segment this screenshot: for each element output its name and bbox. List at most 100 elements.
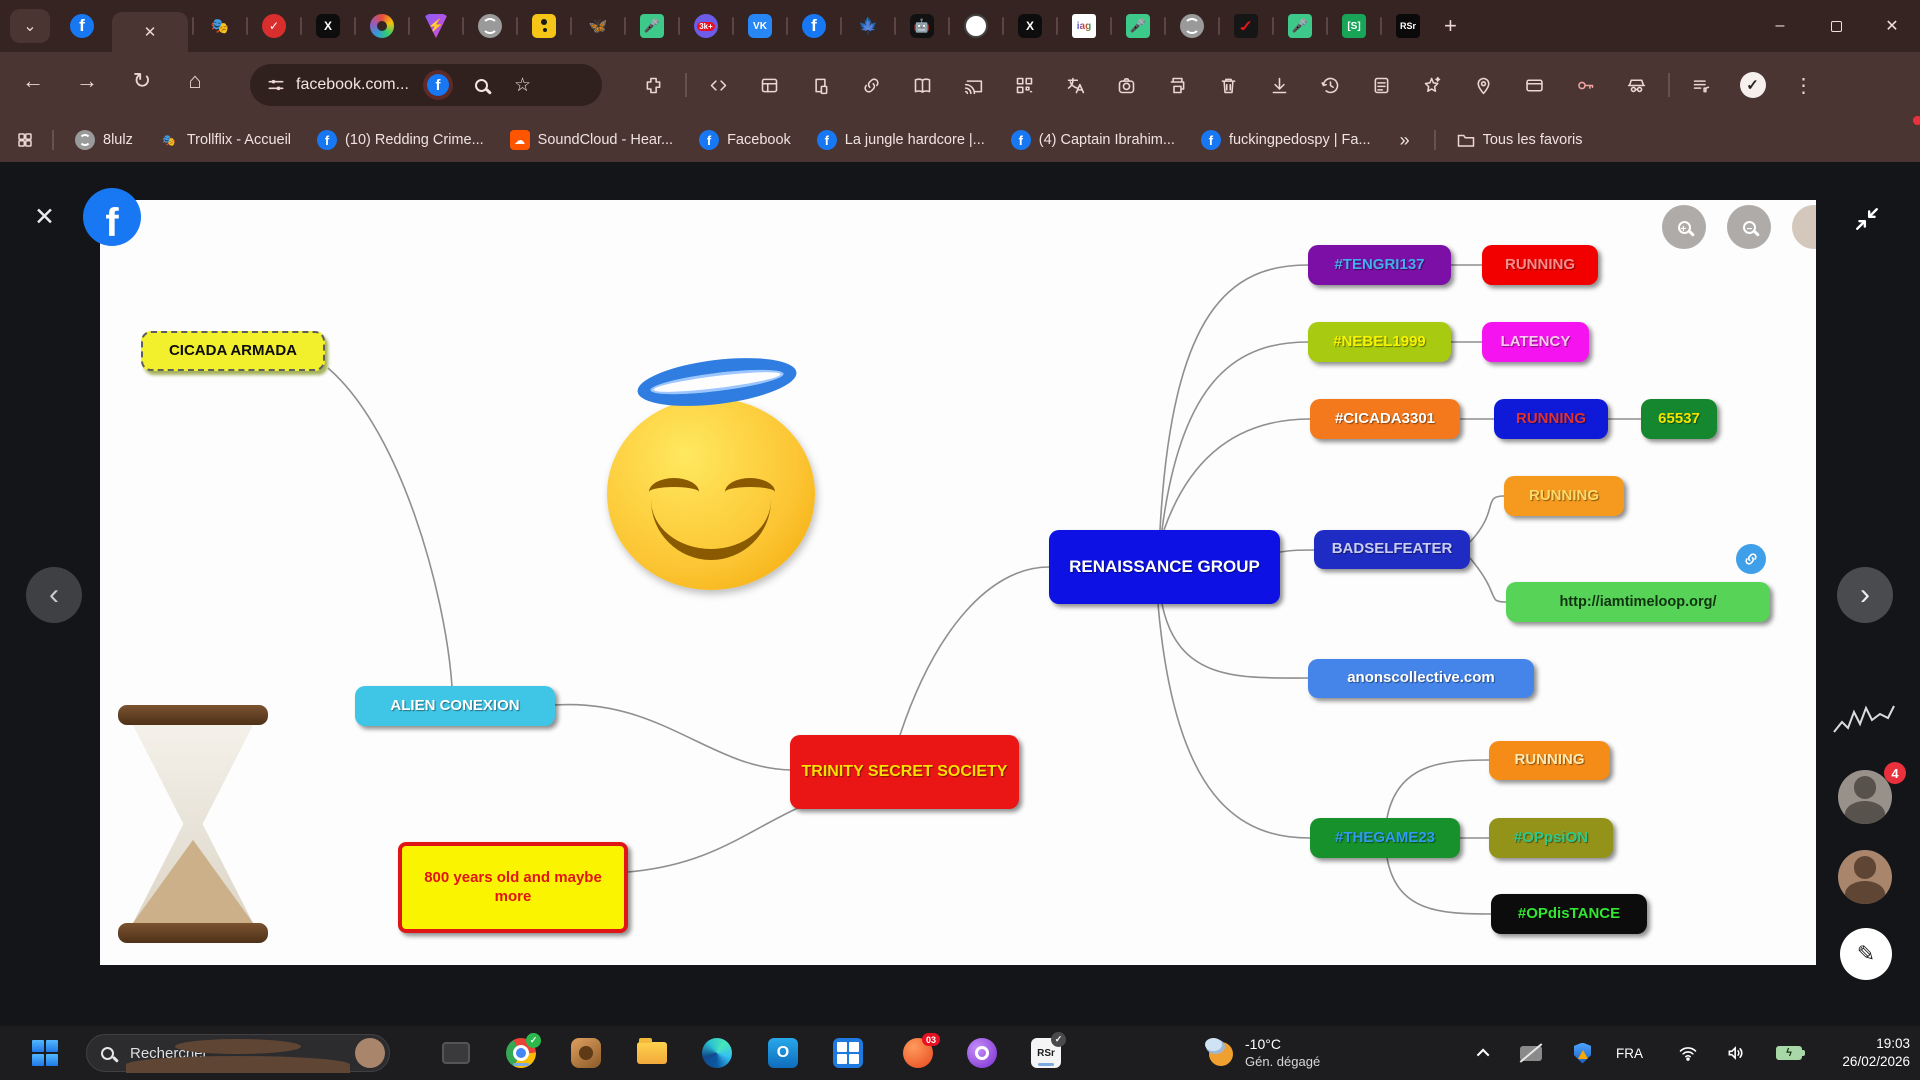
minimize-button[interactable]: – — [1752, 0, 1808, 52]
taskbar-app-purple[interactable] — [966, 1037, 998, 1069]
payment-card-icon[interactable] — [1509, 75, 1560, 96]
lens-camera-icon[interactable] — [1101, 75, 1152, 96]
bookmark-facebook[interactable]: fFacebook — [699, 130, 791, 150]
reload-button[interactable]: ↻ — [125, 68, 159, 94]
bookmark-trollflix[interactable]: 🎭Trollflix - Accueil — [159, 130, 291, 150]
tab-facebook-2[interactable]: f — [802, 14, 826, 38]
viewer-close-button[interactable]: ✕ — [34, 202, 55, 232]
weather-widget[interactable]: -10°C Gén. dégagé — [1205, 1026, 1320, 1080]
tab-search-button[interactable]: ⌄ — [10, 9, 50, 43]
history-icon[interactable] — [1305, 75, 1356, 96]
back-button[interactable]: ← — [16, 68, 50, 94]
print-icon[interactable] — [1152, 75, 1203, 96]
activity-sparkline[interactable] — [1832, 700, 1896, 742]
extensions-puzzle-icon[interactable] — [628, 75, 679, 96]
profile-avatar-check[interactable]: ✓ — [1727, 72, 1778, 98]
delete-icon[interactable] — [1203, 75, 1254, 96]
bookmark-la-jungle[interactable]: fLa jungle hardcore |... — [817, 130, 985, 150]
tab-maple-leaf[interactable]: 🍁 — [856, 14, 880, 38]
active-tab[interactable]: ✕ — [112, 12, 188, 52]
tab-keyhole[interactable] — [532, 14, 556, 38]
node-renaissance-group[interactable]: RENAISSANCE GROUP — [1049, 530, 1280, 604]
taskbar-app-orange[interactable]: 03 — [902, 1037, 934, 1069]
node-badselfeater[interactable]: BADSELFEATER — [1314, 530, 1470, 569]
forward-button[interactable]: → — [70, 68, 104, 94]
clock-widget[interactable]: 19:03 26/02/2026 — [1842, 1026, 1910, 1080]
tab-robot-chat[interactable]: 🤖 — [910, 14, 934, 38]
link-bubble-icon[interactable] — [1736, 544, 1766, 574]
tab-rsr[interactable]: RSr — [1396, 14, 1420, 38]
tray-camera-off[interactable] — [1520, 1026, 1542, 1080]
sparkle-star-icon[interactable] — [1407, 75, 1458, 96]
tab-fist-mic[interactable]: 🎤 — [640, 14, 664, 38]
notes-list-icon[interactable] — [1356, 75, 1407, 96]
location-pin-icon[interactable] — [1458, 75, 1509, 96]
node-anonscollective[interactable]: anonscollective.com — [1308, 659, 1534, 698]
bookmark-star-icon[interactable]: ☆ — [514, 74, 531, 97]
tab-globe[interactable] — [478, 14, 502, 38]
node-cicada3301[interactable]: #CICADA3301 — [1310, 399, 1460, 439]
zoom-in-button[interactable]: + — [1662, 205, 1706, 249]
tray-security-shield[interactable] — [1574, 1026, 1591, 1080]
node-trinity-secret-society[interactable]: TRINITY SECRET SOCIETY — [790, 735, 1019, 809]
taskbar-app-chrome[interactable]: ✓ — [505, 1037, 537, 1069]
node-65537[interactable]: 65537 — [1641, 399, 1717, 439]
node-800-years-old[interactable]: 800 years old and maybe more — [398, 842, 628, 933]
tab-fist-mic-2[interactable]: 🎤 — [1126, 14, 1150, 38]
taskbar-app-rsr[interactable]: RSr ✓ — [1030, 1037, 1062, 1069]
compose-button[interactable]: ✎ — [1840, 928, 1892, 980]
bookmarks-overflow-chevron[interactable]: » — [1400, 130, 1410, 151]
translate-icon[interactable] — [1050, 75, 1101, 96]
browser-menu-kebab[interactable]: ⋮ — [1778, 73, 1829, 98]
send-to-device-icon[interactable] — [795, 75, 846, 96]
chat-avatar-2[interactable] — [1838, 850, 1892, 904]
taskbar-app-store[interactable] — [832, 1037, 864, 1069]
chat-avatar-1[interactable] — [1838, 770, 1892, 824]
all-favorites-button[interactable]: Tous les favoris — [1457, 132, 1583, 148]
tab-vivaldi[interactable]: ⚡ — [424, 14, 448, 38]
node-running-thegame[interactable]: RUNNING — [1489, 741, 1610, 780]
tab-s-bracket[interactable]: [S] — [1342, 14, 1366, 38]
close-window-button[interactable]: ✕ — [1864, 0, 1920, 52]
link-icon[interactable] — [846, 75, 897, 96]
tab-iag[interactable]: iag — [1072, 14, 1096, 38]
apps-grid-icon[interactable] — [16, 131, 34, 149]
tray-chevron-up[interactable] — [1480, 1026, 1489, 1080]
node-running-badselfeater[interactable]: RUNNING — [1504, 476, 1624, 516]
tray-battery[interactable]: ϟ — [1776, 1026, 1802, 1080]
node-running-tengri[interactable]: RUNNING — [1482, 245, 1598, 285]
qr-code-icon[interactable] — [999, 75, 1050, 96]
node-alien-conexion[interactable]: ALIEN CONEXION — [355, 686, 555, 726]
tab-nike[interactable]: ✓ — [1234, 14, 1258, 38]
reading-list-icon[interactable] — [897, 75, 948, 96]
node-iamtimeloop-url[interactable]: http://iamtimeloop.org/ — [1506, 582, 1770, 622]
node-oppsion[interactable]: #OPpsiON — [1489, 818, 1613, 858]
tab-vk[interactable]: VK — [748, 14, 772, 38]
taskbar-app-explorer[interactable] — [636, 1037, 668, 1069]
next-photo-button[interactable]: › — [1837, 567, 1893, 623]
playlist-queue-icon[interactable] — [1676, 75, 1727, 96]
search-icon[interactable] — [475, 79, 488, 92]
node-latency[interactable]: LATENCY — [1482, 322, 1589, 362]
password-key-icon[interactable] — [1560, 75, 1611, 96]
facebook-logo[interactable]: f — [83, 188, 141, 246]
tab-color-gear[interactable] — [370, 14, 394, 38]
cast-icon[interactable] — [948, 75, 999, 96]
table-icon[interactable] — [744, 75, 795, 96]
language-indicator[interactable]: FRA — [1616, 1026, 1643, 1080]
node-cicada-armada[interactable]: CICADA ARMADA — [141, 331, 325, 371]
node-opdistance[interactable]: #OPdisTANCE — [1491, 894, 1647, 934]
tray-wifi[interactable] — [1678, 1026, 1698, 1080]
close-tab-icon[interactable]: ✕ — [144, 23, 157, 41]
node-tengri137[interactable]: #TENGRI137 — [1308, 245, 1451, 285]
maximize-button[interactable] — [1808, 0, 1864, 52]
tab-3k-badge[interactable]: 3k+ — [694, 14, 718, 38]
incognito-icon[interactable] — [1611, 75, 1662, 96]
taskbar-search[interactable]: Rechercher — [86, 1034, 390, 1072]
tray-volume[interactable] — [1726, 1026, 1746, 1080]
tab-globe-2[interactable] — [1180, 14, 1204, 38]
dev-code-icon[interactable] — [693, 75, 744, 96]
node-thegame23[interactable]: #THEGAME23 — [1310, 818, 1460, 858]
tab-red-chat[interactable]: ✓ — [262, 14, 286, 38]
download-icon[interactable] — [1254, 75, 1305, 96]
